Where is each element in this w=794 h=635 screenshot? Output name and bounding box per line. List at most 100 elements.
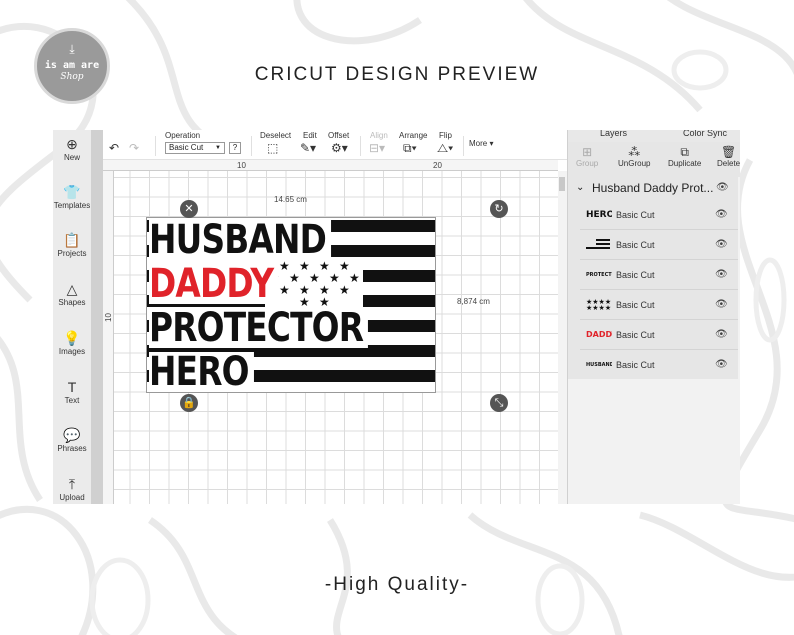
sidebar-item-shapes[interactable]: △ Shapes bbox=[53, 280, 91, 307]
resize-handle[interactable]: ⤡ bbox=[490, 394, 508, 412]
ungroup-icon: ⁂ bbox=[628, 145, 641, 159]
help-button[interactable]: ? bbox=[229, 142, 241, 154]
layer-row[interactable]: PROTECTOR Basic Cut 👁 bbox=[580, 260, 738, 290]
layer-name: Basic Cut bbox=[616, 360, 655, 370]
cricut-app: ⊕ New 👕 Templates 📋 Projects △ Shapes 💡 … bbox=[53, 130, 740, 504]
deselect-button[interactable]: ⬚ bbox=[267, 141, 278, 155]
sidebar-label: Phrases bbox=[57, 444, 87, 453]
sidebar-item-phrases[interactable]: 💬 Phrases bbox=[53, 426, 91, 453]
layer-group-name: Husband Daddy Prot... bbox=[592, 181, 714, 195]
more-button[interactable]: More ▾ bbox=[469, 139, 493, 148]
star-icon: ★ bbox=[339, 283, 350, 297]
rotate-handle[interactable]: ↻ bbox=[490, 200, 508, 218]
layer-row[interactable]: HERO Basic Cut 👁 bbox=[580, 200, 738, 230]
star-icon: ★ bbox=[349, 271, 360, 285]
tool-label: Duplicate bbox=[668, 159, 702, 168]
layer-thumbnail: HERO bbox=[586, 210, 612, 220]
text-icon: T bbox=[67, 379, 77, 395]
offset-icon[interactable]: ⚙▾ bbox=[331, 141, 348, 155]
sidebar-label: Projects bbox=[57, 249, 87, 258]
design-canvas[interactable]: 14.65 cm 8,874 cm ★ ★ ★ ★ ★ ★ ★ ★ ★ ★ ★ … bbox=[114, 171, 558, 504]
shapes-icon: △ bbox=[66, 281, 78, 297]
sidebar-item-images[interactable]: 💡 Images bbox=[53, 329, 91, 356]
align-icon[interactable]: ⊟▾ bbox=[369, 141, 385, 155]
layer-thumbnail: DADDY bbox=[586, 330, 612, 339]
delete-handle[interactable]: ✕ bbox=[180, 200, 198, 218]
eye-icon[interactable]: 👁 bbox=[716, 177, 729, 199]
eye-icon[interactable]: 👁 bbox=[715, 359, 728, 371]
ruler-left: 10 bbox=[103, 171, 114, 504]
ruler-top: 10 20 bbox=[103, 160, 558, 171]
delete-button[interactable]: 🗑 Delete bbox=[717, 145, 740, 168]
flip-icon[interactable]: ⧍▾ bbox=[437, 141, 453, 155]
sidebar-item-templates[interactable]: 👕 Templates bbox=[53, 183, 91, 210]
divider bbox=[360, 136, 361, 156]
layer-row[interactable]: DADDY Basic Cut 👁 bbox=[580, 320, 738, 350]
design-word-protector: PROTECTOR bbox=[149, 308, 369, 348]
resize-icon: ⤡ bbox=[494, 397, 504, 409]
flip-label: Flip bbox=[439, 131, 452, 140]
tab-layers[interactable]: Layers bbox=[600, 130, 627, 138]
sidebar-item-text[interactable]: T Text bbox=[53, 378, 91, 405]
eye-icon[interactable]: 👁 bbox=[715, 269, 728, 281]
sidebar-item-projects[interactable]: 📋 Projects bbox=[53, 231, 91, 258]
scrollbar-thumb[interactable] bbox=[559, 177, 565, 191]
star-field: ★ ★ ★ ★ ★ ★ ★ ★ ★ ★ ★ ★ ★ ★ ★ bbox=[265, 260, 363, 308]
top-toolbar: ↶ ↷ Operation Basic Cut ▼ ? Deselect ⬚ E… bbox=[103, 130, 568, 160]
chevron-down-icon[interactable]: ⌄ bbox=[576, 177, 584, 199]
arrange-label: Arrange bbox=[399, 131, 428, 140]
more-label: More bbox=[469, 139, 488, 148]
upload-icon: ⤒ bbox=[68, 476, 76, 492]
tool-label: UnGroup bbox=[618, 159, 651, 168]
duplicate-icon: ⧉ bbox=[680, 145, 689, 159]
ungroup-button[interactable]: ⁂ UnGroup bbox=[618, 145, 650, 168]
sidebar-label: New bbox=[63, 153, 80, 162]
layer-name: Basic Cut bbox=[616, 270, 655, 280]
operation-value: Basic Cut bbox=[169, 143, 204, 152]
plus-circle-icon: ⊕ bbox=[66, 136, 78, 152]
tab-color-sync[interactable]: Color Sync bbox=[683, 130, 727, 138]
redo-icon[interactable]: ↷ bbox=[129, 141, 139, 155]
layer-row[interactable]: ★★★★ ★★★★ Basic Cut 👁 bbox=[580, 290, 738, 320]
page-title: CRICUT DESIGN PREVIEW bbox=[254, 64, 540, 85]
layer-group-header[interactable]: ⌄ Husband Daddy Prot... 👁 bbox=[568, 177, 738, 199]
layer-thumbnail: ★★★★ ★★★★ bbox=[586, 299, 612, 311]
align-label: Align bbox=[370, 131, 388, 140]
sidebar-divider[interactable] bbox=[91, 130, 103, 504]
speech-bubble-icon: 💬 bbox=[63, 427, 81, 443]
left-sidebar: ⊕ New 👕 Templates 📋 Projects △ Shapes 💡 … bbox=[53, 130, 91, 504]
eye-icon[interactable]: 👁 bbox=[715, 329, 728, 341]
design-word-husband: HUSBAND bbox=[149, 220, 331, 260]
deselect-label: Deselect bbox=[260, 131, 292, 140]
operation-select[interactable]: Basic Cut ▼ bbox=[165, 142, 225, 154]
layer-row[interactable]: Basic Cut 👁 bbox=[580, 230, 738, 260]
layer-thumbnail bbox=[586, 239, 612, 251]
eye-icon[interactable]: 👁 bbox=[715, 209, 728, 221]
offset-label: Offset bbox=[328, 131, 350, 140]
layers-panel: Layers Color Sync ⊞ Group ⁂ UnGroup ⧉ Du… bbox=[568, 130, 740, 504]
edit-label: Edit bbox=[303, 131, 317, 140]
divider bbox=[155, 136, 156, 156]
canvas-scrollbar[interactable] bbox=[558, 171, 567, 504]
shirt-icon: 👕 bbox=[63, 184, 81, 200]
arrange-icon[interactable]: ⧉▾ bbox=[403, 141, 417, 155]
lightbulb-icon: 💡 bbox=[63, 330, 81, 346]
design-selection[interactable]: ★ ★ ★ ★ ★ ★ ★ ★ ★ ★ ★ ★ ★ ★ ★ HUSBAND DA… bbox=[146, 217, 436, 393]
eye-icon[interactable]: 👁 bbox=[715, 239, 728, 251]
edit-pencil-icon[interactable]: ✎▾ bbox=[300, 141, 316, 155]
layer-row[interactable]: HUSBAND Basic Cut 👁 bbox=[580, 350, 738, 380]
lock-icon: 🔒 bbox=[182, 397, 196, 409]
sidebar-item-new[interactable]: ⊕ New bbox=[53, 135, 91, 162]
group-button[interactable]: ⊞ Group bbox=[576, 145, 598, 168]
lock-handle[interactable]: 🔒 bbox=[180, 394, 198, 412]
sidebar-item-upload[interactable]: ⤒ Upload bbox=[53, 475, 91, 502]
design-word-daddy: DADDY bbox=[149, 264, 279, 304]
layer-tools: ⊞ Group ⁂ UnGroup ⧉ Duplicate 🗑 Delete bbox=[568, 142, 740, 177]
eye-icon[interactable]: 👁 bbox=[715, 299, 728, 311]
clipboard-icon: 📋 bbox=[63, 232, 81, 248]
height-dimension: 8,874 cm bbox=[457, 297, 490, 306]
undo-icon[interactable]: ↶ bbox=[109, 141, 119, 155]
quality-caption: -High Quality- bbox=[324, 574, 470, 595]
operation-label: Operation bbox=[165, 131, 201, 140]
duplicate-button[interactable]: ⧉ Duplicate bbox=[668, 145, 701, 168]
